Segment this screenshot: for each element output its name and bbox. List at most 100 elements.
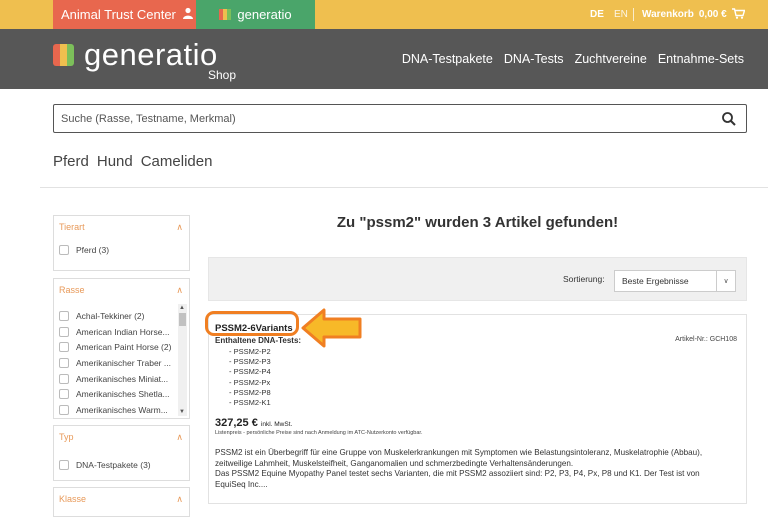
species-pferd[interactable]: Pferd (53, 153, 89, 170)
highlight-box (205, 311, 299, 336)
rasse-options-list: Achal-Tekkiner (2) American Indian Horse… (54, 308, 189, 418)
checkbox[interactable] (59, 389, 69, 400)
product-description: PSSM2 ist ein Überbegriff für eine Grupp… (215, 448, 743, 490)
price-note: Listenpreis - persönliche Preise sind na… (215, 430, 423, 436)
description-line: Das PSSM2 Equine Myopathy Panel testet s… (215, 469, 700, 478)
sort-value: Beste Ergebnisse (622, 276, 689, 286)
list-item: - PSSM2-P3 (229, 357, 271, 367)
filter-option[interactable]: DNA-Testpakete (3) (54, 457, 189, 473)
scrollbar-thumb[interactable] (179, 313, 186, 326)
option-label: Achal-Tekkiner (2) (76, 310, 145, 321)
nav-dna-tests[interactable]: DNA-Tests (504, 52, 564, 66)
list-item: - PSSM2-P2 (229, 347, 271, 356)
main-header: generatio Shop DNA-Testpakete DNA-Tests … (0, 29, 768, 89)
product-price: 327,25 € inkl. MwSt. (215, 417, 292, 429)
chevron-up-icon[interactable]: ∧ (176, 285, 183, 296)
animal-trust-center-link[interactable]: Animal Trust Center (53, 0, 196, 29)
filter-option[interactable]: Pferd (3) (54, 242, 189, 258)
generatio-logo-icon (53, 44, 74, 66)
species-hund[interactable]: Hund (97, 153, 133, 170)
search-placeholder: Suche (Rasse, Testname, Merkmal) (61, 112, 236, 125)
search-input[interactable]: Suche (Rasse, Testname, Merkmal) (53, 104, 747, 133)
shop-logo[interactable]: generatio Shop (53, 37, 236, 82)
filter-header[interactable]: Typ ∧ (54, 426, 189, 448)
checkbox[interactable] (59, 326, 69, 337)
logo-text: generatio (84, 37, 218, 72)
filter-header[interactable]: Tierart ∧ (54, 216, 189, 238)
filter-title: Rasse (59, 285, 85, 295)
filter-klasse: Klasse ∧ (53, 487, 190, 517)
description-line: zeitweilige Lahmheit, Muskelsteifheit, G… (215, 458, 574, 468)
checkbox[interactable] (59, 244, 69, 255)
option-label: Amerikanisches Miniat... (76, 373, 169, 384)
checkbox[interactable] (59, 459, 69, 470)
product-card[interactable]: PSSM2-6Variants Enthaltene DNA-Tests: - … (208, 314, 747, 504)
chevron-up-icon[interactable]: ∧ (176, 432, 183, 443)
filter-option[interactable]: Amerikanischer Traber ... (54, 355, 189, 371)
sort-select[interactable]: Beste Ergebnisse ∨ (614, 270, 736, 292)
scrollbar[interactable]: ▲ ▼ (178, 304, 187, 416)
contained-tests-list: - PSSM2-P2 - PSSM2-P3 - PSSM2-P4 - PSSM2… (229, 347, 271, 408)
option-label: Amerikanisches Warm... (76, 404, 168, 415)
divider (633, 8, 634, 21)
filter-option[interactable]: Achal-Tekkiner (2) (54, 308, 189, 324)
arrow-left-icon (300, 306, 364, 355)
cart-icon (731, 7, 746, 22)
option-label: Pferd (3) (76, 244, 110, 255)
price-suffix: inkl. MwSt. (260, 421, 293, 428)
filter-title: Tierart (59, 222, 85, 232)
filter-option[interactable]: Amerikanisches Warm... (54, 402, 189, 418)
filter-header[interactable]: Klasse ∧ (54, 488, 189, 510)
scroll-down-icon[interactable]: ▼ (179, 408, 185, 416)
scroll-up-icon[interactable]: ▲ (179, 304, 185, 312)
generatio-logo-icon (219, 9, 232, 20)
checkbox[interactable] (59, 310, 69, 321)
filter-option[interactable]: American Indian Horse... (54, 324, 189, 340)
nav-dna-testpakete[interactable]: DNA-Testpakete (402, 52, 493, 66)
checkbox[interactable] (59, 373, 69, 384)
filter-tierart: Tierart ∧ Pferd (3) (53, 215, 190, 271)
article-number: Artikel-Nr.: GCH108 (675, 336, 737, 343)
cart-link[interactable]: Warenkorb 0,00 € (642, 0, 746, 29)
filter-header[interactable]: Rasse ∧ (54, 279, 189, 301)
option-label: Amerikanischer Traber ... (76, 357, 171, 368)
species-cameliden[interactable]: Cameliden (141, 153, 213, 170)
list-item: - PSSM2-P8 (229, 387, 271, 397)
list-item: - PSSM2-Px (229, 377, 271, 387)
species-nav: Pferd Hund Cameliden (53, 153, 212, 170)
filter-option[interactable]: Amerikanisches Shetla... (54, 386, 189, 402)
chevron-down-icon[interactable]: ∨ (716, 271, 735, 291)
cart-total: 0,00 € (698, 9, 727, 20)
lang-en[interactable]: EN (614, 0, 628, 29)
list-item: - PSSM2-P4 (229, 367, 271, 377)
option-label: American Paint Horse (2) (76, 342, 172, 353)
divider (40, 187, 768, 188)
lang-de[interactable]: DE (590, 0, 604, 29)
list-item: - PSSM2-K1 (229, 398, 271, 408)
nav-entnahme-sets[interactable]: Entnahme-Sets (658, 52, 744, 66)
generatio-tab[interactable]: generatio (196, 0, 315, 29)
main-nav: DNA-Testpakete DNA-Tests Zuchtvereine En… (402, 29, 744, 89)
nav-zuchtvereine[interactable]: Zuchtvereine (575, 52, 647, 66)
checkbox[interactable] (59, 404, 69, 415)
generatio-tab-label: generatio (237, 7, 292, 22)
top-bar: Animal Trust Center generatio DE EN Ware… (0, 0, 768, 29)
option-label: American Indian Horse... (76, 326, 170, 337)
filter-title: Typ (59, 432, 74, 442)
results-heading: Zu "pssm2" wurden 3 Artikel gefunden! (336, 214, 619, 231)
user-icon (182, 7, 194, 22)
description-line: PSSM2 ist ein Überbegriff für eine Grupp… (215, 448, 703, 457)
filter-option[interactable]: Amerikanisches Miniat... (54, 371, 189, 387)
filter-option[interactable]: American Paint Horse (2) (54, 339, 189, 355)
checkbox[interactable] (59, 342, 69, 353)
option-label: DNA-Testpakete (3) (76, 459, 151, 470)
checkbox[interactable] (59, 357, 69, 368)
price-value: 327,25 € (215, 417, 258, 429)
chevron-up-icon[interactable]: ∧ (176, 494, 183, 505)
sort-bar: Sortierung: Beste Ergebnisse ∨ (208, 257, 747, 301)
option-label: Amerikanisches Shetla... (76, 389, 170, 400)
chevron-up-icon[interactable]: ∧ (176, 222, 183, 233)
filter-title: Klasse (59, 494, 87, 504)
search-icon[interactable] (721, 111, 737, 127)
filter-typ: Typ ∧ DNA-Testpakete (3) (53, 425, 190, 481)
